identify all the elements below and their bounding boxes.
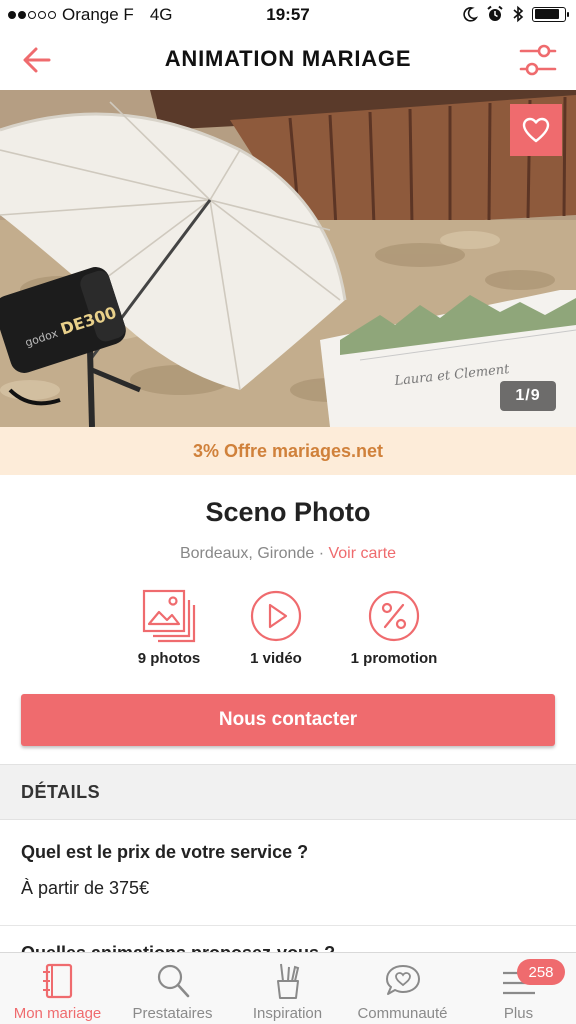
play-icon	[250, 590, 302, 642]
heart-icon	[522, 117, 550, 143]
faq-answer: À partir de 375€	[21, 878, 150, 898]
sliders-icon	[519, 44, 557, 76]
tab-label: Communauté	[357, 1005, 448, 1022]
notification-badge: 258	[517, 959, 565, 985]
percent-icon	[368, 590, 420, 642]
alarm-icon	[487, 5, 503, 21]
tab-inspiration[interactable]: Inspiration	[230, 953, 345, 1024]
divider	[0, 925, 576, 926]
photos-icon	[142, 589, 196, 643]
location-text: Bordeaux, Gironde	[179, 545, 315, 562]
details-header: DÉTAILS	[0, 764, 576, 820]
notebook-icon	[42, 963, 72, 999]
tab-mon-mariage[interactable]: Mon mariage	[0, 953, 115, 1024]
photo-counter: 1/9	[500, 381, 556, 411]
vendor-location: Bordeaux, Gironde · Voir carte	[0, 545, 576, 563]
tab-label: Inspiration	[252, 1005, 323, 1022]
faq-question: Quel est le prix de votre service ?	[21, 842, 309, 862]
location-separator: ·	[314, 545, 329, 562]
contact-button[interactable]: Nous contacter	[21, 694, 555, 746]
umbrella-photo: Laura et Clement godox DE300	[0, 90, 576, 427]
chat-heart-icon	[385, 965, 420, 995]
search-icon	[157, 964, 189, 998]
favorite-button[interactable]	[510, 104, 562, 156]
status-bar: Orange F 4G 19:57	[0, 0, 576, 30]
tab-label: Mon mariage	[13, 1005, 102, 1022]
promotion-label: 1 promotion	[350, 650, 438, 667]
tab-communaute[interactable]: Communauté	[345, 953, 460, 1024]
nav-bar: ANIMATION MARIAGE	[0, 30, 576, 90]
promotion-button[interactable]: 1 promotion	[324, 588, 464, 667]
battery-icon	[532, 6, 569, 22]
tab-label: Prestataires	[132, 1005, 213, 1022]
vendor-name: Sceno Photo	[205, 497, 371, 527]
promo-banner[interactable]: 3% Offre mariages.net	[0, 427, 576, 475]
page-title: ANIMATION MARIAGE	[164, 46, 412, 71]
tab-plus[interactable]: Plus 258	[461, 953, 576, 1024]
tab-bar: Mon mariage Prestataires Inspiration Com…	[0, 952, 576, 1024]
filter-button[interactable]	[518, 42, 558, 78]
moon-icon	[463, 7, 478, 22]
status-right	[462, 5, 569, 23]
map-link[interactable]: Voir carte	[328, 545, 396, 562]
bluetooth-icon	[513, 5, 524, 23]
hero-photo[interactable]: Laura et Clement godox DE300 1/9	[0, 90, 576, 427]
media-row: 9 photos 1 vidéo 1 promotion	[0, 588, 576, 672]
tab-label: Plus	[503, 1005, 534, 1022]
tab-prestataires[interactable]: Prestataires	[115, 953, 230, 1024]
inspiration-icon	[276, 963, 299, 999]
